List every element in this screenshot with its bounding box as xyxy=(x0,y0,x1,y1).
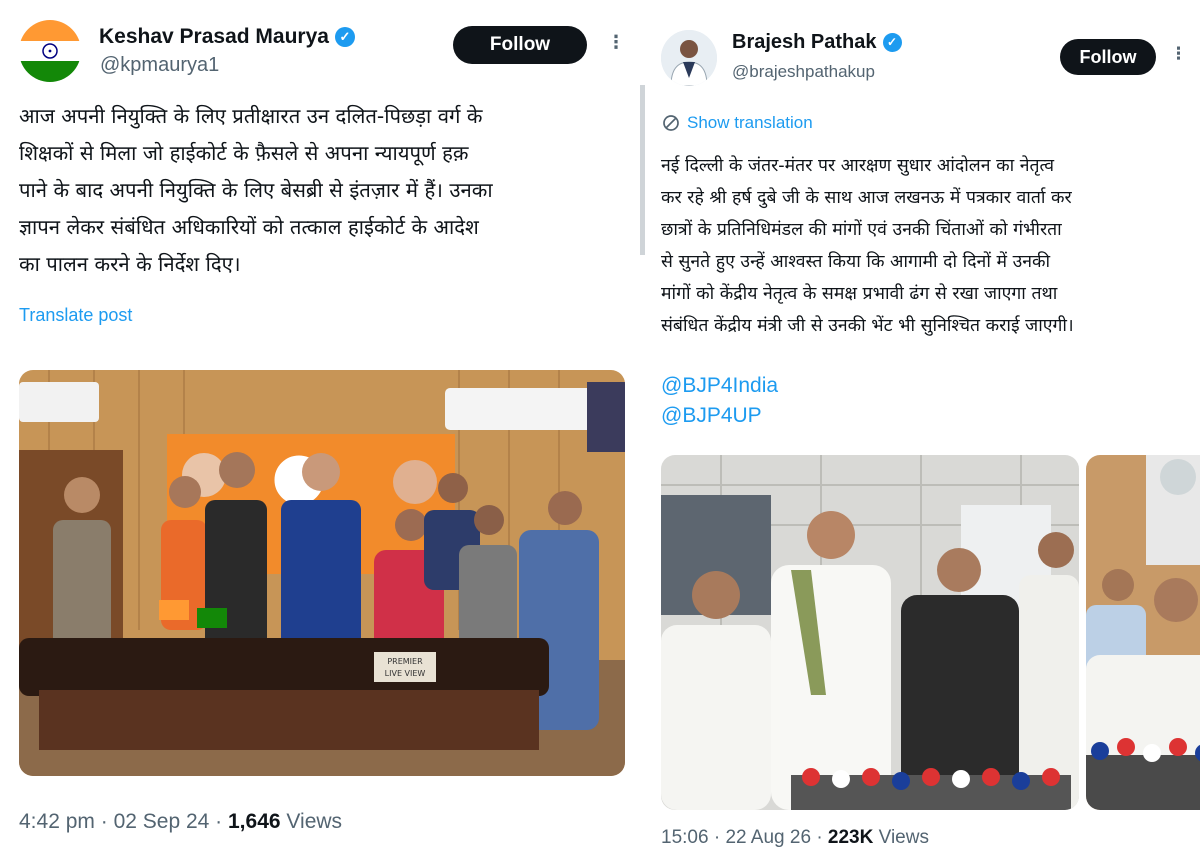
post-date[interactable]: 22 Aug 26 xyxy=(725,827,811,848)
verified-badge-icon: ✓ xyxy=(334,27,355,47)
post-meta: 15:06 · 22 Aug 26 · 223K Views xyxy=(661,827,929,849)
post-brajesh-pathak: Brajesh Pathak ✓ @brajeshpathakup Follow… xyxy=(646,0,1200,851)
views-count: 223K xyxy=(827,827,874,848)
post-time[interactable]: 4:42 pm xyxy=(19,810,95,833)
press-conference-photo-2-illustration xyxy=(1086,455,1200,810)
views-label: Views xyxy=(878,827,929,848)
meta-separator: · xyxy=(100,810,114,833)
author-name[interactable]: Keshav Prasad Maurya ✓ xyxy=(99,25,355,49)
press-conference-photo-illustration xyxy=(661,455,1079,810)
mention-bjp4india[interactable]: @BJP4India xyxy=(661,374,778,398)
meta-separator: · xyxy=(816,827,828,848)
meta-separator: · xyxy=(215,810,228,833)
author-name[interactable]: Brajesh Pathak ✓ xyxy=(732,31,902,54)
more-options-icon[interactable]: ⋮ xyxy=(1170,46,1187,63)
author-avatar[interactable] xyxy=(661,30,717,86)
meeting-photo-illustration: PREMIER LIVE VIEW xyxy=(19,370,625,776)
post-date[interactable]: 02 Sep 24 xyxy=(114,810,210,833)
views-count: 1,646 xyxy=(228,810,281,833)
post-text: नई दिल्ली के जंतर-मंतर पर आरक्षण सुधार आ… xyxy=(661,156,1074,336)
person-avatar-icon xyxy=(661,30,717,86)
meta-separator: · xyxy=(713,827,726,848)
follow-button[interactable]: Follow xyxy=(1060,39,1156,75)
post-time[interactable]: 15:06 xyxy=(661,827,709,848)
photo-sign-text: PREMIER xyxy=(387,657,423,666)
show-translation-row[interactable]: Show translation xyxy=(661,113,813,133)
post-photo[interactable]: PREMIER LIVE VIEW xyxy=(19,370,625,776)
post-photo-2[interactable] xyxy=(1086,455,1200,810)
author-handle[interactable]: @brajeshpathakup xyxy=(732,62,875,82)
post-photo-1[interactable] xyxy=(661,455,1079,810)
show-translation-label[interactable]: Show translation xyxy=(687,113,813,133)
translate-icon xyxy=(663,115,679,131)
post-text: आज अपनी नियुक्ति के लिए प्रतीक्षारत उन द… xyxy=(19,104,493,276)
svg-text:LIVE VIEW: LIVE VIEW xyxy=(385,669,426,678)
author-avatar[interactable] xyxy=(19,20,81,82)
translate-post-link[interactable]: Translate post xyxy=(19,305,132,326)
follow-button[interactable]: Follow xyxy=(453,26,587,64)
india-flag-icon xyxy=(19,20,81,82)
views-label: Views xyxy=(286,810,343,833)
author-name-text: Keshav Prasad Maurya xyxy=(99,25,329,48)
post-meta: 4:42 pm · 02 Sep 24 · 1,646 Views xyxy=(19,810,342,834)
mention-bjp4up[interactable]: @BJP4UP xyxy=(661,404,762,428)
verified-badge-icon: ✓ xyxy=(882,33,902,52)
author-handle[interactable]: @kpmaurya1 xyxy=(100,54,219,77)
more-options-icon[interactable]: ⋮ xyxy=(607,34,625,52)
scrollbar-thumb[interactable] xyxy=(640,85,645,255)
post-keshav-maurya: Keshav Prasad Maurya ✓ @kpmaurya1 Follow… xyxy=(0,0,640,851)
author-name-text: Brajesh Pathak xyxy=(732,31,877,53)
